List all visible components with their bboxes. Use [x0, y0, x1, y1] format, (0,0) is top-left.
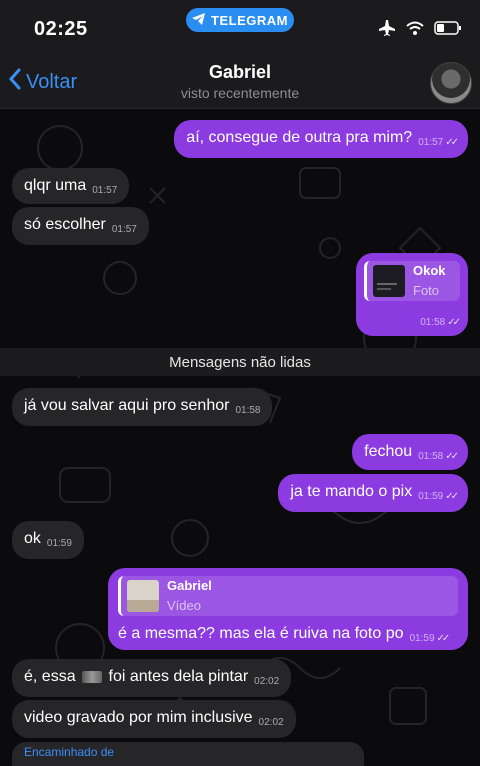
message-time: 01:57: [418, 137, 444, 148]
message-time: 01:59: [409, 633, 435, 644]
contact-name[interactable]: Gabriel: [0, 62, 480, 83]
telegram-pill[interactable]: TELEGRAM: [186, 8, 294, 32]
read-checkmark-icon: ✓✓: [436, 633, 451, 644]
chat-wallpaper: [19, 125, 446, 725]
read-checkmark-icon: ✓✓: [445, 451, 459, 462]
telegram-pill-label: TELEGRAM: [211, 12, 288, 28]
message-time: 02:02: [254, 676, 280, 687]
message-text: fechou: [364, 443, 413, 460]
status-bar: 02:25 TELEGRAM: [0, 0, 480, 56]
reply-thumbnail: [127, 580, 159, 612]
avatar[interactable]: [430, 62, 472, 104]
forwarded-label: Encaminhado de: [24, 745, 115, 759]
message-bubble-outgoing[interactable]: Okok Foto 01:58 ✓✓: [356, 253, 468, 336]
message-time: 01:58: [420, 317, 446, 328]
reply-type: Vídeo: [167, 598, 201, 613]
reply-author: Okok: [413, 263, 446, 278]
message-text: é a mesma?? mas ela é ruiva na foto po: [118, 625, 404, 642]
status-icons: [378, 20, 462, 41]
message-bubble-incoming[interactable]: ok 01:59: [12, 521, 84, 559]
forwarded-message-bubble[interactable]: Encaminhado de: [12, 742, 364, 766]
airplane-icon: [378, 20, 396, 41]
message-text: ok: [24, 530, 41, 547]
message-bubble-incoming[interactable]: já vou salvar aqui pro senhor 01:58: [12, 388, 273, 426]
reply-thumbnail: [373, 265, 405, 297]
read-checkmark-icon: ✓✓: [445, 491, 459, 502]
message-time: 01:59: [418, 491, 444, 502]
message-time: 02:02: [258, 717, 284, 728]
message-bubble-outgoing[interactable]: aí, consegue de outra pra mim? 01:57 ✓✓: [174, 120, 468, 158]
message-bubble-outgoing[interactable]: Gabriel Vídeo é a mesma?? mas ela é ruiv…: [108, 568, 468, 650]
message-bubble-outgoing[interactable]: ja te mando o pix 01:59 ✓✓: [278, 474, 468, 512]
message-bubble-incoming[interactable]: qlqr uma 01:57: [12, 168, 130, 204]
message-text: qlqr uma: [24, 177, 87, 194]
message-bubble-incoming[interactable]: video gravado por mim inclusive 02:02: [12, 700, 296, 738]
reply-preview[interactable]: Gabriel Vídeo: [118, 576, 458, 616]
message-bubble-outgoing[interactable]: fechou 01:58 ✓✓: [352, 434, 468, 470]
reply-type: Foto: [413, 283, 440, 298]
message-text: é, essa: [24, 668, 76, 685]
unread-divider: Mensagens não lidas: [0, 348, 480, 376]
reply-author: Gabriel: [167, 578, 212, 593]
message-text: foi antes dela pintar: [108, 668, 249, 685]
message-bubble-incoming[interactable]: só escolher 01:57: [12, 207, 149, 245]
message-bubble-incoming[interactable]: é, essa foi antes dela pintar 02:02: [12, 659, 292, 697]
reply-preview[interactable]: Okok Foto: [364, 261, 460, 301]
message-time: 01:58: [418, 451, 444, 462]
message-text: ja te mando o pix: [290, 483, 413, 500]
read-checkmark-icon: ✓✓: [445, 137, 459, 148]
message-text: video gravado por mim inclusive: [24, 709, 253, 726]
message-text: já vou salvar aqui pro senhor: [24, 397, 230, 414]
read-checkmark-icon: ✓✓: [447, 317, 461, 328]
inline-emoji-image: [82, 670, 103, 683]
wifi-icon: [406, 21, 424, 40]
message-time: 01:58: [235, 405, 261, 416]
contact-status: visto recentemente: [180, 85, 300, 101]
message-time: 01:57: [92, 185, 118, 196]
telegram-logo-icon: [192, 12, 206, 28]
battery-icon: [434, 21, 462, 40]
message-text: só escolher: [24, 216, 106, 233]
message-text: aí, consegue de outra pra mim?: [186, 129, 413, 146]
message-time: 01:57: [111, 224, 137, 235]
status-time: 02:25: [34, 18, 88, 40]
message-time: 01:59: [46, 538, 72, 549]
chat-header: Voltar Gabriel visto recentemente: [0, 56, 480, 109]
